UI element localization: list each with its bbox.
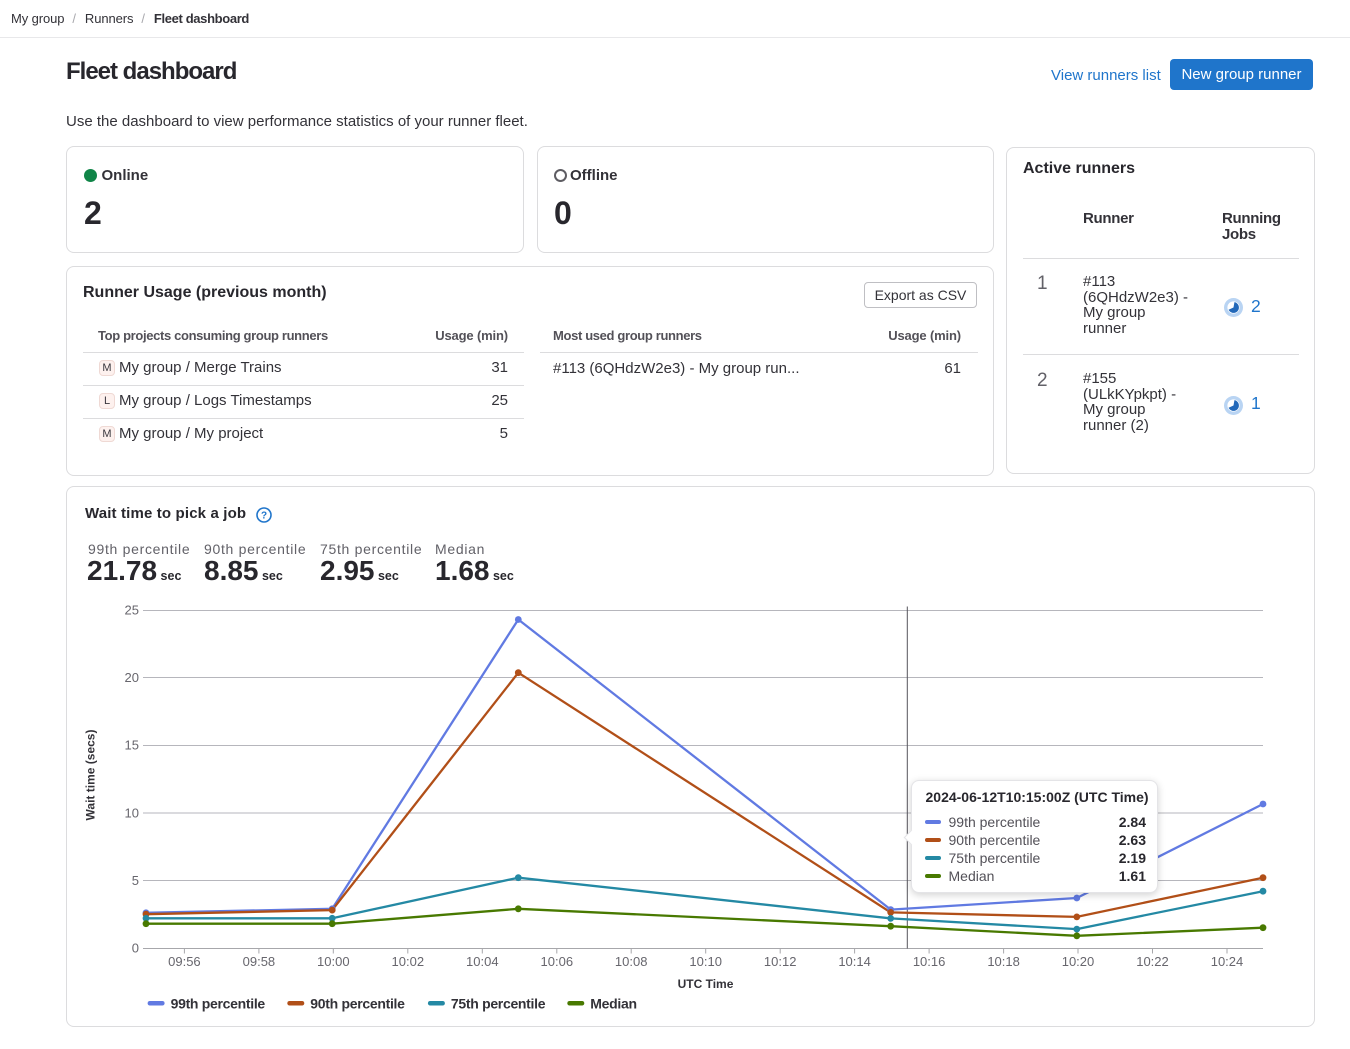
svg-text:10: 10 [125, 805, 139, 820]
svg-text:10:06: 10:06 [541, 954, 574, 969]
svg-text:10:10: 10:10 [689, 954, 722, 969]
svg-text:09:58: 09:58 [243, 954, 276, 969]
svg-text:10:04: 10:04 [466, 954, 499, 969]
svg-text:75th percentile: 75th percentile [451, 996, 546, 1012]
svg-text:20: 20 [125, 670, 139, 685]
svg-text:UTC Time: UTC Time [678, 977, 734, 991]
svg-text:10:02: 10:02 [392, 954, 425, 969]
svg-text:0: 0 [132, 941, 139, 956]
svg-text:10:20: 10:20 [1062, 954, 1095, 969]
svg-text:09:56: 09:56 [168, 954, 201, 969]
svg-text:10:14: 10:14 [838, 954, 871, 969]
svg-text:10:12: 10:12 [764, 954, 797, 969]
svg-text:15: 15 [125, 738, 139, 753]
svg-text:5: 5 [132, 873, 139, 888]
svg-text:10:16: 10:16 [913, 954, 946, 969]
svg-text:90th percentile: 90th percentile [310, 996, 405, 1012]
svg-text:10:22: 10:22 [1136, 954, 1169, 969]
svg-text:99th percentile: 99th percentile [171, 996, 266, 1012]
svg-text:10:18: 10:18 [987, 954, 1020, 969]
svg-text:10:24: 10:24 [1211, 954, 1244, 969]
svg-text:Wait time (secs): Wait time (secs) [84, 730, 98, 821]
svg-text:10:00: 10:00 [317, 954, 350, 969]
svg-text:25: 25 [125, 603, 139, 618]
svg-text:Median: Median [590, 996, 636, 1012]
svg-text:10:08: 10:08 [615, 954, 648, 969]
